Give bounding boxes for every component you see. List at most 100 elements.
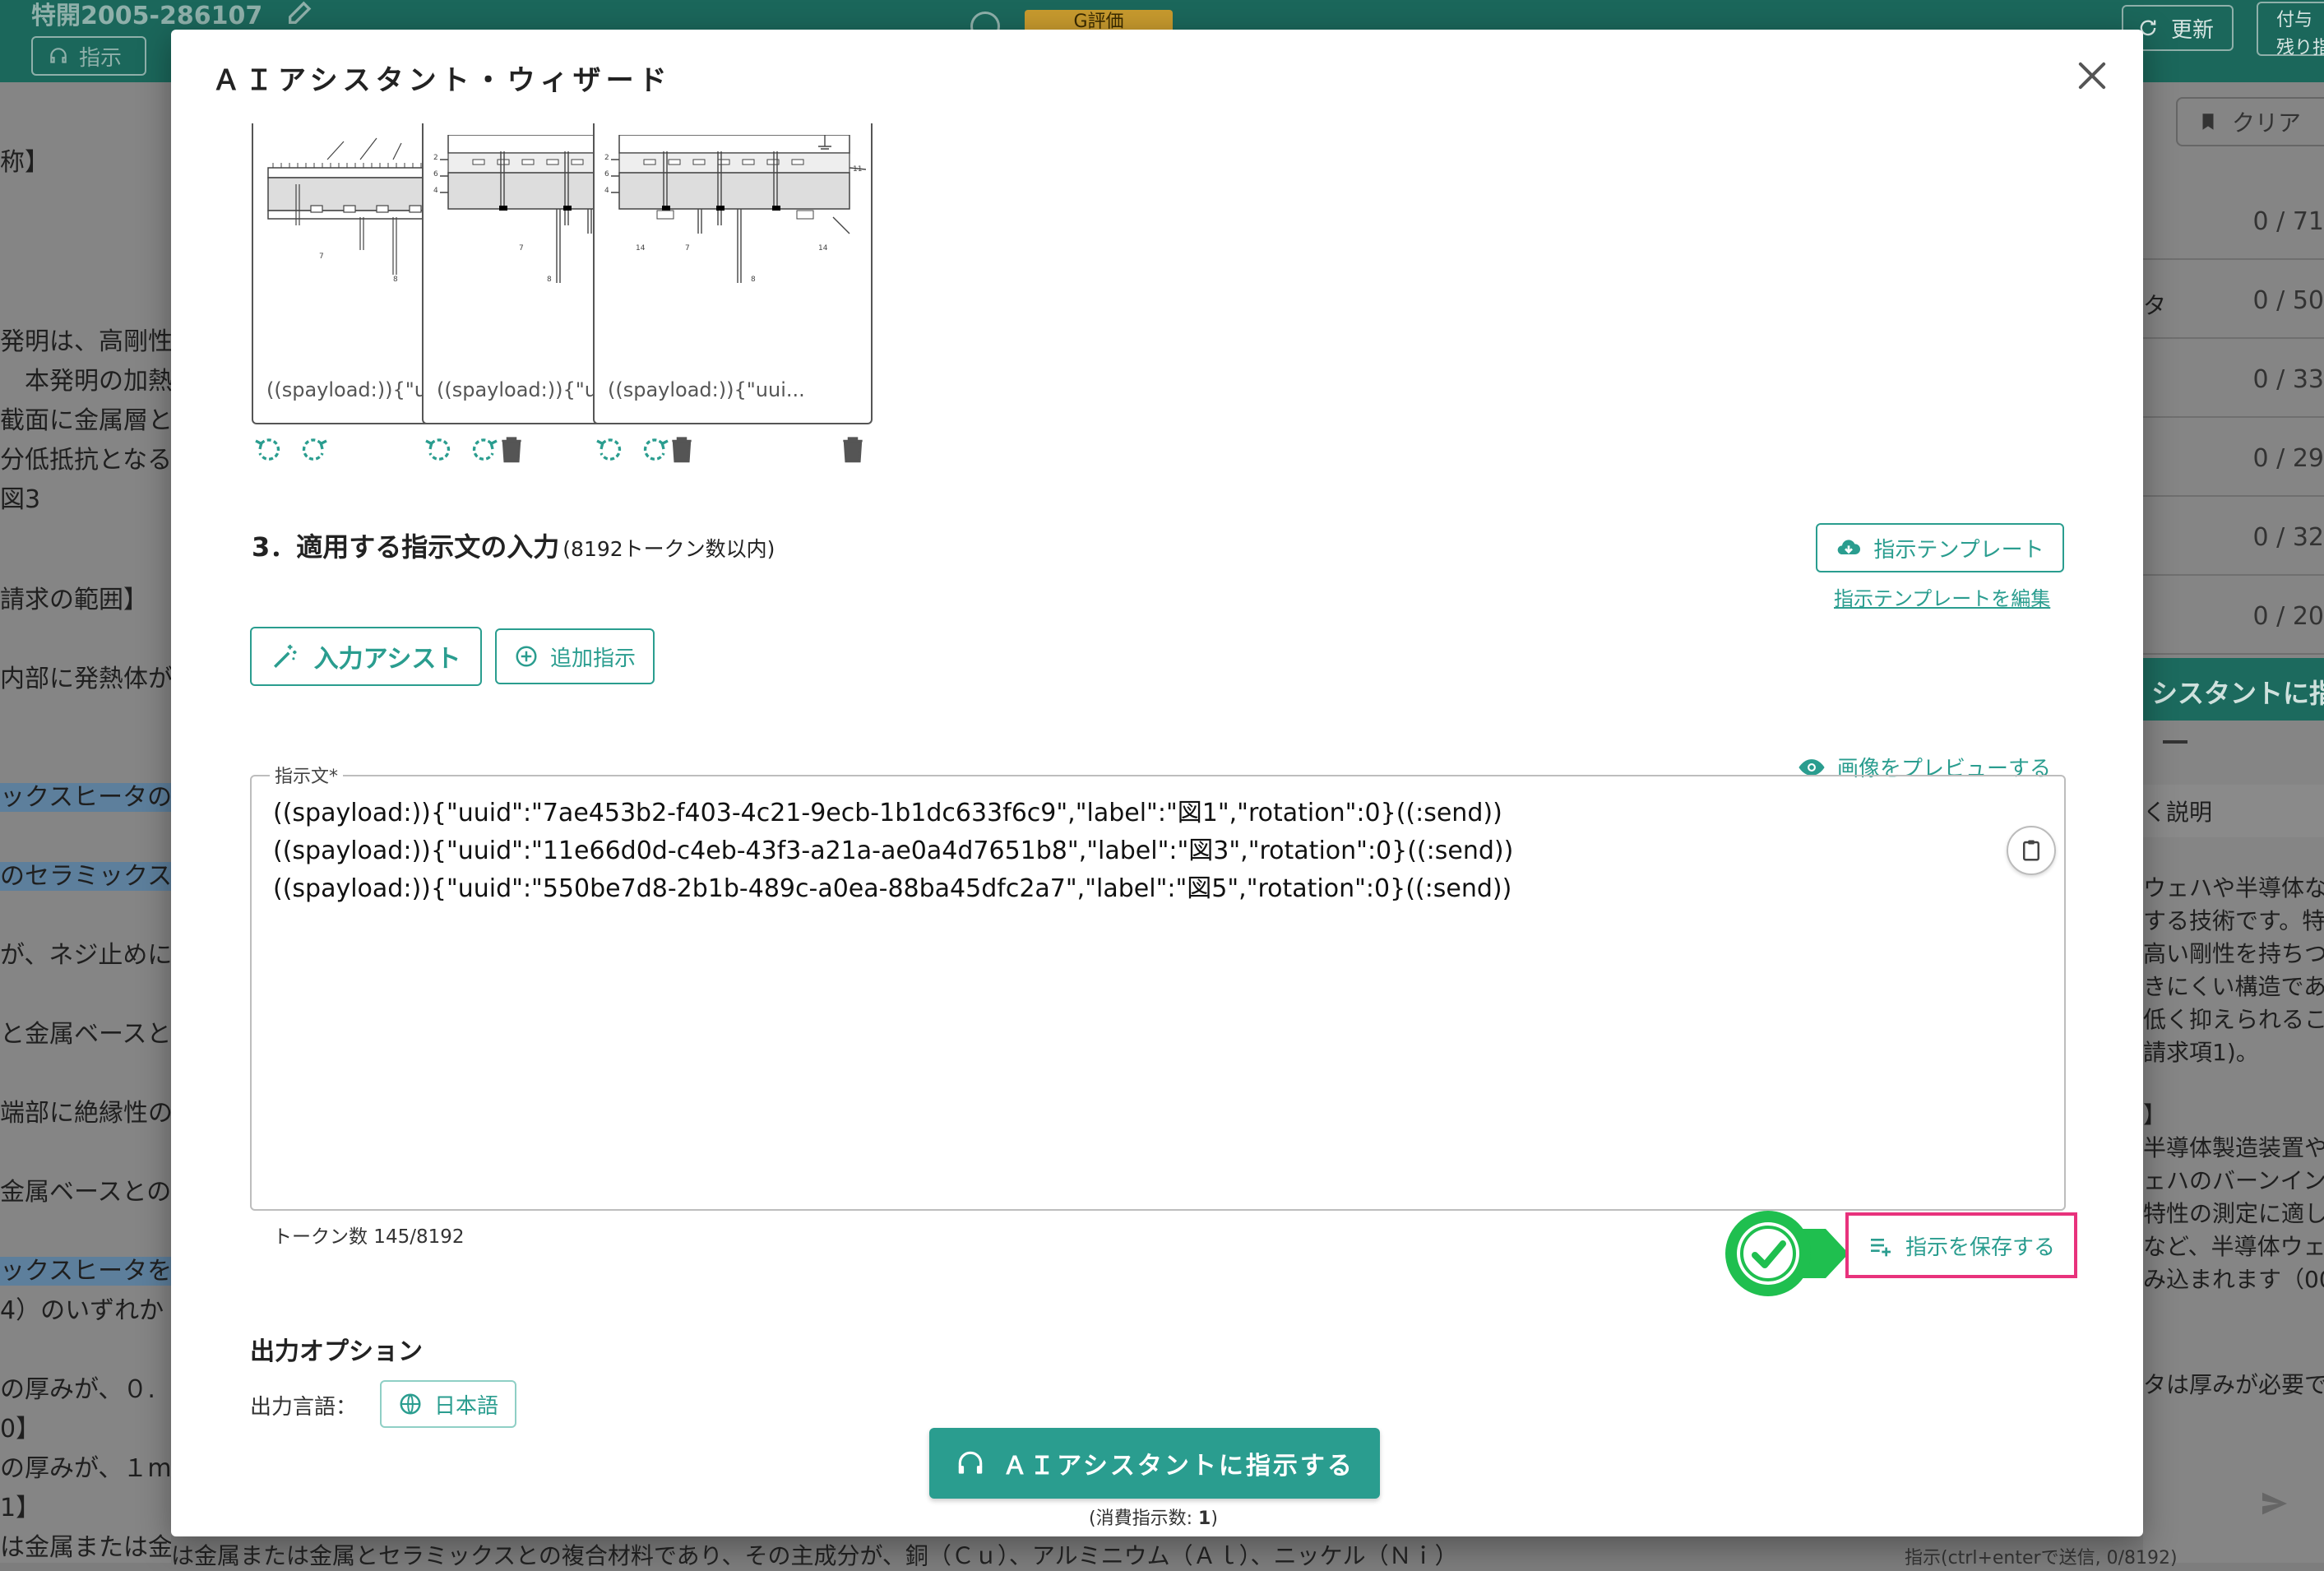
document-text-line: 1】 [0, 1487, 40, 1523]
explanation-header[interactable]: く説明 [2143, 785, 2324, 837]
document-text: 端部に絶縁性の [0, 1099, 171, 1128]
output-options-title: 出力オプション [250, 1337, 423, 1366]
instruction-line: ((spayload:)){"uuid":"11e66d0d-c4eb-43f3… [273, 836, 1514, 865]
field-count: 0 / 20 [2252, 602, 2324, 631]
document-text: ックスヒータの [0, 783, 171, 812]
document-text-panel: 称】発明は、高剛性 本発明の加熱截面に金属層と 分低抵抗となる 図3 請求の範囲】 内部… [0, 82, 171, 1563]
remaining-top: 付与 [2276, 10, 2313, 30]
field-divider [2143, 337, 2324, 339]
instruction-textarea-label: 指示文* [270, 762, 344, 788]
field-count: 0 / 71 [2252, 207, 2324, 236]
add-instruction-button[interactable]: 追加指示 [495, 628, 655, 684]
document-text-line: ックスヒータの [0, 776, 171, 813]
rotate-left-icon[interactable] [593, 433, 626, 466]
document-text-line: 請求の範囲】 [0, 579, 148, 615]
explanation-text-line: ェハのバーンイン [2143, 1167, 2324, 1194]
section-3-title: 3．適用する指示文の入力 (8192トークン数以内) [252, 526, 775, 564]
svg-text:2: 2 [433, 154, 438, 162]
remaining-box: 付与 残り指 [2257, 2, 2324, 58]
instruction-text[interactable]: ((spayload:)){"uuid":"7ae453b2-f403-4c21… [273, 795, 1982, 908]
document-text-line: 発明は、高剛性 [0, 321, 171, 357]
svg-text:8: 8 [393, 276, 398, 283]
instruction-button[interactable]: 指示 [31, 36, 146, 76]
field-divider [2143, 653, 2324, 655]
ai-assistant-bar[interactable]: シスタントに指示 [2143, 658, 2324, 721]
playlist-add-icon [1870, 1239, 1891, 1257]
rotate-left-icon[interactable] [422, 433, 455, 466]
add-instruction-label: 追加指示 [549, 646, 636, 671]
output-language-button[interactable]: 日本語 [380, 1380, 516, 1428]
submit-to-ai-label: ＡＩアシスタントに指示する [1002, 1452, 1354, 1481]
save-instruction-label: 指示を保存する [1905, 1235, 2055, 1260]
update-button-label: 更新 [2170, 17, 2214, 43]
clear-button[interactable]: クリア [2176, 97, 2324, 146]
input-assist-button[interactable]: 入力アシスト [250, 627, 482, 686]
svg-text:7: 7 [319, 253, 324, 261]
explanation-text-line: み込まれます（00 [2143, 1266, 2324, 1293]
add-circle-icon [516, 646, 537, 667]
svg-text:8: 8 [751, 276, 756, 283]
instruction-line: ((spayload:)){"uuid":"7ae453b2-f403-4c21… [273, 799, 1502, 827]
document-text-line: 4）のいずれか [0, 1290, 164, 1326]
document-text: 0】 [0, 1415, 41, 1444]
svg-text:8: 8 [547, 276, 552, 283]
thumbnail-3-tools [593, 433, 873, 469]
document-text-line: 本発明の加熱 [0, 360, 171, 396]
document-text-line: の厚みが、０. [0, 1369, 155, 1405]
rotate-right-icon[interactable] [298, 433, 331, 466]
edit-icon[interactable] [285, 0, 317, 28]
document-text: 内部に発熱体が [0, 665, 171, 693]
document-text: 図3 [0, 485, 41, 514]
explanation-text-line: 低く抑えられるこ [2143, 1006, 2324, 1033]
instruction-line: ((spayload:)){"uuid":"550be7d8-2b1b-489c… [273, 874, 1512, 903]
document-text-line: 金属ベースとの [0, 1171, 171, 1207]
explanation-text-line: 特性の測定に適し [2143, 1200, 2324, 1227]
drag-handle[interactable] [2163, 740, 2187, 744]
document-bottom-line: は金属または金属とセラミックスとの複合材料であり、その主成分が、銅（Ｃｕ）、アル… [171, 1542, 1458, 1569]
token-count: トークン数 145/8192 [273, 1226, 465, 1248]
document-text: 発明は、高剛性 [0, 327, 171, 356]
edit-template-link[interactable]: 指示テンプレートを編集 [1834, 582, 2050, 611]
instruction-template-label: 指示テンプレート [1873, 537, 2044, 563]
document-text: 称】 [0, 148, 49, 177]
document-text: の厚みが、１m [0, 1454, 171, 1483]
image-thumbnail-3[interactable]: 11 2 6 4 14 14 8 7 ((spayload:)){"uui... [593, 123, 873, 424]
clipboard-button[interactable] [2007, 826, 2056, 875]
consume-value: 1 [1198, 1508, 1211, 1529]
patent-figure-3: 11 2 6 4 14 14 8 7 [604, 135, 866, 283]
explanation-text-line: きにくい構造であ [2143, 973, 2324, 1000]
input-assist-label: 入力アシスト [313, 645, 461, 674]
svg-text:6: 6 [604, 170, 609, 178]
field-count: 0 / 33 [2252, 365, 2324, 394]
submit-to-ai-button[interactable]: ＡＩアシスタントに指示する [929, 1428, 1380, 1499]
explanation-text-line: など、半導体ウェ [2143, 1233, 2324, 1260]
document-text: 截面に金属層と [0, 406, 171, 435]
document-text-line: のセラミックス [0, 855, 171, 892]
ai-assistant-wizard-dialog: ＡＩアシスタント・ウィザード 123511787 ((spayload:)){"… [171, 30, 2143, 1536]
document-text: 分低抵抗となる [0, 446, 171, 475]
instruction-textarea[interactable]: 指示文* ((spayload:)){"uuid":"7ae453b2-f403… [250, 762, 2066, 1211]
send-icon[interactable] [2258, 1487, 2291, 1520]
close-icon[interactable] [2076, 59, 2109, 92]
document-text-line: の厚みが、１m [0, 1448, 171, 1484]
trash-icon[interactable] [836, 433, 869, 466]
document-text-line: ックスヒータを [0, 1250, 171, 1286]
field-divider [2143, 495, 2324, 497]
magic-wand-icon [273, 644, 297, 669]
instruction-template-button[interactable]: 指示テンプレート [1816, 523, 2064, 572]
svg-text:7: 7 [519, 244, 524, 253]
document-text: 請求の範囲】 [0, 586, 148, 614]
save-instruction-button[interactable]: 指示を保存する [1845, 1212, 2077, 1278]
explanation-text-line: 高い剛性を持ちつ [2143, 940, 2324, 967]
consumed-instructions: (消費指示数: 1) [1089, 1504, 1218, 1530]
rotate-right-icon[interactable] [639, 433, 672, 466]
svg-text:4: 4 [433, 187, 438, 195]
svg-text:4: 4 [604, 187, 609, 195]
document-text: ックスヒータを [0, 1257, 171, 1286]
section-3-title-text: 3．適用する指示文の入力 [252, 531, 560, 563]
svg-text:2: 2 [604, 154, 609, 162]
svg-text:11: 11 [853, 165, 862, 174]
rotate-right-icon[interactable] [468, 433, 501, 466]
clipboard-icon [2023, 840, 2039, 861]
rotate-left-icon[interactable] [252, 433, 285, 466]
